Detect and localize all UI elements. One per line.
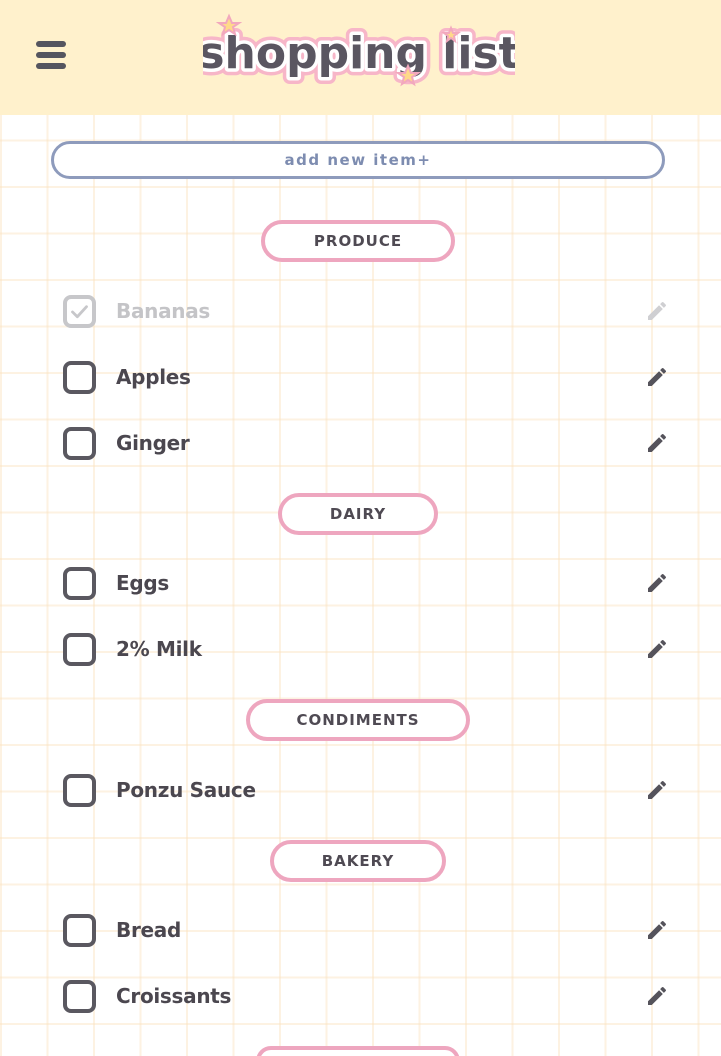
hamburger-menu-icon[interactable] — [36, 41, 68, 73]
list-item: Bananas — [0, 293, 721, 333]
item-label: 2% Milk — [116, 637, 202, 661]
pencil-icon[interactable] — [645, 984, 669, 1008]
pencil-icon[interactable] — [645, 778, 669, 802]
item-checkbox[interactable] — [63, 361, 96, 394]
item-checkbox[interactable] — [63, 774, 96, 807]
checkmark-icon — [71, 305, 88, 319]
list-item: Eggs — [0, 565, 721, 605]
item-checkbox[interactable] — [63, 633, 96, 666]
category-header-dairy: DAIRY — [278, 493, 438, 535]
pencil-icon[interactable] — [645, 571, 669, 595]
add-new-item-button[interactable]: add new item+ — [51, 141, 665, 179]
svg-text:shopping list: shopping list — [203, 28, 515, 79]
list-item: Ginger — [0, 425, 721, 465]
list-item: 2% Milk — [0, 631, 721, 671]
category-header-next — [256, 1046, 460, 1056]
category-header-produce: PRODUCE — [261, 220, 455, 262]
list-item: Ponzu Sauce — [0, 772, 721, 812]
pencil-icon[interactable] — [645, 918, 669, 942]
pencil-icon[interactable] — [645, 431, 669, 455]
pencil-icon[interactable] — [645, 637, 669, 661]
app-logo: shopping list shopping list shopping lis… — [203, 13, 515, 87]
item-checkbox[interactable] — [63, 427, 96, 460]
item-label: Bananas — [116, 299, 211, 323]
list-item: Apples — [0, 359, 721, 399]
item-checkbox[interactable] — [63, 914, 96, 947]
item-label: Apples — [116, 365, 191, 389]
category-header-bakery: BAKERY — [270, 840, 446, 882]
list-item: Croissants — [0, 978, 721, 1018]
list-item: Bread — [0, 912, 721, 952]
pencil-icon[interactable] — [645, 299, 669, 323]
item-label: Croissants — [116, 984, 232, 1008]
item-checkbox[interactable] — [63, 980, 96, 1013]
item-label: Eggs — [116, 571, 169, 595]
pencil-icon[interactable] — [645, 365, 669, 389]
item-label: Bread — [116, 918, 181, 942]
item-checkbox[interactable] — [63, 295, 96, 328]
item-checkbox[interactable] — [63, 567, 96, 600]
category-header-condiments: CONDIMENTS — [246, 699, 470, 741]
item-label: Ginger — [116, 431, 190, 455]
app-header: shopping list shopping list shopping lis… — [0, 0, 721, 115]
item-label: Ponzu Sauce — [116, 778, 256, 802]
